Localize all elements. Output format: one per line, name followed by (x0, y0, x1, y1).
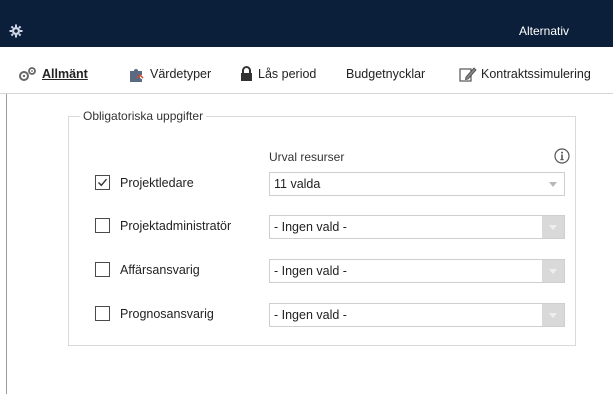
column-header-resources: Urval resurser (269, 150, 345, 164)
select-affarsansvarig[interactable]: - Ingen vald - (269, 259, 565, 283)
title-bar: Alternativ (0, 0, 613, 47)
tab-kontraktssimulering[interactable]: Kontraktssimulering (459, 64, 591, 84)
window-title: Alternativ (518, 24, 569, 38)
row-prognosansvarig: Prognosansvarig - Ingen vald - (95, 303, 575, 327)
select-prognosansvarig-value: - Ingen vald - (274, 308, 347, 322)
label-projektadministrator: Projektadministratör (120, 219, 232, 233)
checkbox-affarsansvarig[interactable] (95, 262, 110, 277)
row-projektledare: Projektledare 11 valda (95, 172, 575, 196)
tab-vardetyper[interactable]: Värdetyper (128, 64, 211, 84)
tab-budgetnycklar[interactable]: Budgetnycklar (346, 64, 425, 84)
checkbox-projektledare[interactable] (95, 175, 110, 190)
select-projektadministrator[interactable]: - Ingen vald - (269, 215, 565, 239)
group-legend: Obligatoriska uppgifter (80, 109, 207, 123)
info-icon[interactable] (554, 148, 570, 164)
label-affarsansvarig: Affärsansvarig (120, 263, 200, 277)
tab-budgetnycklar-label: Budgetnycklar (346, 67, 426, 81)
tab-vardetyper-label: Värdetyper (150, 67, 212, 81)
checkbox-projektadministrator[interactable] (95, 218, 110, 233)
dropdown-arrow-icon[interactable] (542, 173, 564, 195)
gears-icon (19, 67, 36, 81)
select-affarsansvarig-value: - Ingen vald - (274, 264, 347, 278)
tab-allmant[interactable]: Allmänt (18, 64, 88, 84)
toolbar: Allmänt Värdetyper Lås period Budgetnyck… (0, 47, 613, 94)
app-gear-icon (9, 24, 23, 38)
select-projektledare[interactable]: 11 valda (269, 172, 565, 196)
checkmark-icon (98, 178, 108, 187)
dropdown-arrow-icon[interactable] (542, 260, 564, 282)
dropdown-arrow-icon[interactable] (542, 304, 564, 326)
tab-las-period[interactable]: Lås period (239, 64, 316, 84)
content-area: Obligatoriska uppgifter Urval resurser P… (6, 94, 613, 394)
select-prognosansvarig[interactable]: - Ingen vald - (269, 303, 565, 327)
tab-kontraktssimulering-label: Kontraktssimulering (481, 67, 591, 81)
puzzle-icon (130, 69, 144, 82)
select-projektledare-value: 11 valda (274, 177, 321, 191)
edit-icon (459, 67, 477, 82)
row-projektadministrator: Projektadministratör - Ingen vald - (95, 215, 575, 239)
tab-las-period-label: Lås period (258, 67, 317, 81)
row-affarsansvarig: Affärsansvarig - Ingen vald - (95, 259, 575, 283)
label-projektledare: Projektledare (120, 176, 194, 190)
lock-icon (241, 66, 252, 81)
tab-allmant-label: Allmänt (42, 67, 88, 81)
label-prognosansvarig: Prognosansvarig (120, 307, 214, 321)
dropdown-arrow-icon[interactable] (542, 216, 564, 238)
select-projektadministrator-value: - Ingen vald - (274, 220, 347, 234)
mandatory-groupbox: Obligatoriska uppgifter Urval resurser P… (68, 109, 576, 346)
checkbox-prognosansvarig[interactable] (95, 306, 110, 321)
